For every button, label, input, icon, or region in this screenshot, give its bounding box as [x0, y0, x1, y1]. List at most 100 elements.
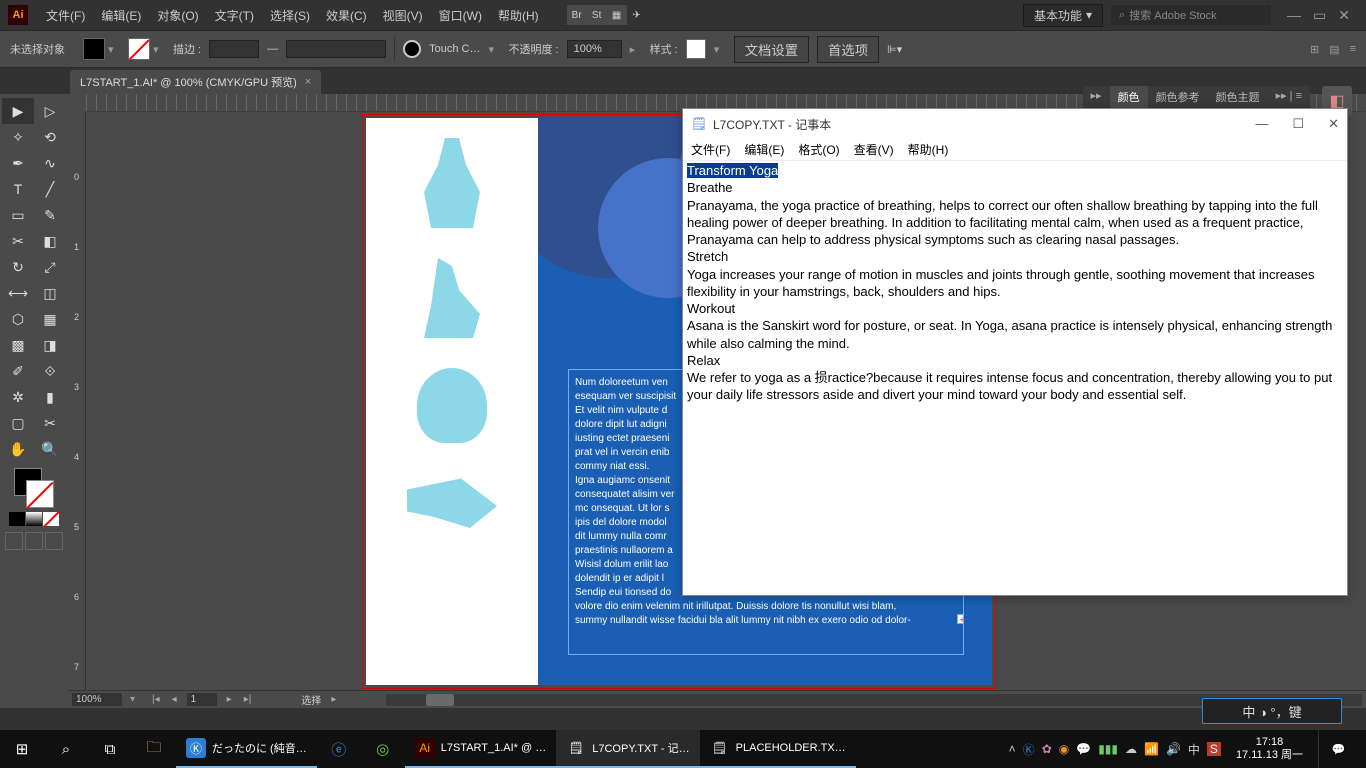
- tray-app-icon[interactable]: 💬: [1076, 742, 1091, 756]
- chevron-right-icon[interactable]: ▸: [329, 694, 338, 705]
- taskbar-task[interactable]: Ai L7START_1.AI* @ …: [405, 730, 557, 768]
- artboard-num-input[interactable]: [187, 693, 217, 706]
- yoga-silhouette-4[interactable]: [407, 473, 497, 528]
- file-explorer-icon[interactable]: 🗀: [132, 730, 176, 768]
- close-button[interactable]: ✕: [1328, 116, 1339, 132]
- overflow-indicator[interactable]: +: [957, 614, 964, 624]
- menu-help[interactable]: 帮助(H): [490, 7, 547, 24]
- color-guide-panel-tab[interactable]: 颜色参考: [1148, 86, 1208, 108]
- tray-app-icon[interactable]: ✿: [1042, 742, 1052, 756]
- yoga-silhouette-3[interactable]: [417, 368, 487, 443]
- stroke-swatch-group[interactable]: ▾: [128, 38, 165, 60]
- fill-swatch-group[interactable]: ▾: [83, 38, 120, 60]
- zoom-input[interactable]: [72, 693, 122, 706]
- taskbar-clock[interactable]: 17:18 17.11.13 周一: [1228, 736, 1311, 762]
- hand-tool[interactable]: ✋: [2, 436, 34, 462]
- taskbar-task[interactable]: Ⓚ だったのに (純音…: [176, 730, 317, 768]
- type-tool[interactable]: T: [2, 176, 34, 202]
- last-artboard-button[interactable]: ▸|: [242, 694, 254, 705]
- paintbrush-tool[interactable]: ✎: [34, 202, 66, 228]
- shape-builder-tool[interactable]: ⬡: [2, 306, 34, 332]
- fill-swatch[interactable]: [83, 38, 105, 60]
- shaper-tool[interactable]: ✂: [2, 228, 34, 254]
- bridge-icon[interactable]: Br: [567, 5, 587, 25]
- browser-icon[interactable]: ◎: [361, 730, 405, 768]
- width-tool[interactable]: ⟷: [2, 280, 34, 306]
- minimize-button[interactable]: —: [1255, 116, 1268, 132]
- np-menu-view[interactable]: 查看(V): [854, 141, 894, 158]
- stroke-swatch[interactable]: [128, 38, 150, 60]
- gradient-tool[interactable]: ◨: [34, 332, 66, 358]
- scrollbar-thumb[interactable]: [426, 694, 454, 706]
- workspace-switcher[interactable]: 基本功能 ▾: [1023, 4, 1103, 27]
- eyedropper-tool[interactable]: ✐: [2, 358, 34, 384]
- first-artboard-button[interactable]: |◂: [150, 694, 162, 705]
- np-menu-file[interactable]: 文件(F): [691, 141, 730, 158]
- tray-chevron-up-icon[interactable]: ˄: [1009, 742, 1016, 756]
- document-tab[interactable]: L7START_1.AI* @ 100% (CMYK/GPU 预览) ×: [70, 70, 321, 94]
- menu-effect[interactable]: 效果(C): [318, 7, 375, 24]
- tray-cloud-icon[interactable]: ☁: [1125, 742, 1137, 756]
- start-button[interactable]: ⊞: [0, 730, 44, 768]
- menu-select[interactable]: 选择(S): [262, 7, 318, 24]
- np-menu-format[interactable]: 格式(O): [798, 141, 839, 158]
- zoom-tool[interactable]: 🔍: [34, 436, 66, 462]
- transform-panel-icon[interactable]: ⊞: [1310, 43, 1319, 56]
- menu-type[interactable]: 文字(T): [207, 7, 262, 24]
- maximize-button[interactable]: ☐: [1292, 116, 1304, 132]
- expand-panels-icon[interactable]: ▸▸: [1083, 86, 1110, 108]
- tray-ime-lang-icon[interactable]: 中: [1188, 741, 1200, 758]
- taskbar-task[interactable]: 🗒 L7COPY.TXT - 记…: [556, 730, 699, 768]
- search-stock-input[interactable]: ⌕ 搜索 Adobe Stock: [1111, 5, 1271, 25]
- action-center-button[interactable]: 💬: [1318, 730, 1358, 768]
- tray-network-icon[interactable]: ▮▮▮: [1098, 742, 1118, 756]
- lasso-tool[interactable]: ⟲: [34, 124, 66, 150]
- chevron-down-icon[interactable]: ▾: [108, 43, 120, 56]
- menu-window[interactable]: 窗口(W): [431, 7, 490, 24]
- next-artboard-button[interactable]: ▸: [225, 694, 234, 705]
- document-setup-button[interactable]: 文档设置: [734, 36, 809, 63]
- stock-icon[interactable]: St: [587, 5, 607, 25]
- pen-tool[interactable]: ✒: [2, 150, 34, 176]
- task-view-button[interactable]: ⧉: [88, 730, 132, 768]
- mesh-tool[interactable]: ▩: [2, 332, 34, 358]
- stroke-weight-input[interactable]: [209, 40, 259, 58]
- chevron-down-icon[interactable]: ▾: [714, 43, 726, 56]
- preferences-button[interactable]: 首选项: [817, 36, 879, 63]
- ime-indicator[interactable]: 中 ◑ °，键: [1202, 698, 1342, 724]
- np-menu-help[interactable]: 帮助(H): [908, 141, 949, 158]
- draw-behind[interactable]: [25, 532, 43, 550]
- stroke-color[interactable]: [26, 480, 54, 508]
- chevron-down-icon[interactable]: ▾: [153, 43, 165, 56]
- style-swatch[interactable]: [686, 39, 706, 59]
- scale-tool[interactable]: ⤢: [34, 254, 66, 280]
- symbol-sprayer-tool[interactable]: ✲: [2, 384, 34, 410]
- free-transform-tool[interactable]: ◫: [34, 280, 66, 306]
- direct-selection-tool[interactable]: ▷: [34, 98, 66, 124]
- minimize-button[interactable]: —: [1287, 7, 1301, 24]
- color-mode-none[interactable]: [43, 512, 59, 526]
- ruler-vertical[interactable]: 0 1 2 3 4 5 6 7: [68, 112, 86, 690]
- edge-icon[interactable]: ⓔ: [317, 730, 361, 768]
- opacity-input[interactable]: [567, 40, 622, 58]
- align-panel-icon[interactable]: ▤: [1329, 43, 1339, 56]
- menu-object[interactable]: 对象(O): [149, 7, 206, 24]
- tray-volume-icon[interactable]: 🔊: [1166, 742, 1181, 756]
- yoga-silhouette-1[interactable]: [417, 138, 487, 228]
- menu-icon[interactable]: ≡: [1350, 43, 1356, 56]
- color-panel-tab[interactable]: 颜色: [1110, 86, 1148, 108]
- menu-view[interactable]: 视图(V): [375, 7, 431, 24]
- notepad-titlebar[interactable]: 🗒 L7COPY.TXT - 记事本 — ☐ ✕: [683, 109, 1347, 139]
- close-button[interactable]: ✕: [1338, 7, 1350, 24]
- eraser-tool[interactable]: ◧: [34, 228, 66, 254]
- magic-wand-tool[interactable]: ✧: [2, 124, 34, 150]
- menu-edit[interactable]: 编辑(E): [93, 7, 149, 24]
- selection-tool[interactable]: ▶: [2, 98, 34, 124]
- curvature-tool[interactable]: ∿: [34, 150, 66, 176]
- yoga-silhouette-2[interactable]: [417, 258, 487, 338]
- menu-file[interactable]: 文件(F): [38, 7, 93, 24]
- color-mode-solid[interactable]: [9, 512, 25, 526]
- draw-inside[interactable]: [45, 532, 63, 550]
- artboard-tool[interactable]: ▢: [2, 410, 34, 436]
- close-tab-icon[interactable]: ×: [305, 76, 311, 88]
